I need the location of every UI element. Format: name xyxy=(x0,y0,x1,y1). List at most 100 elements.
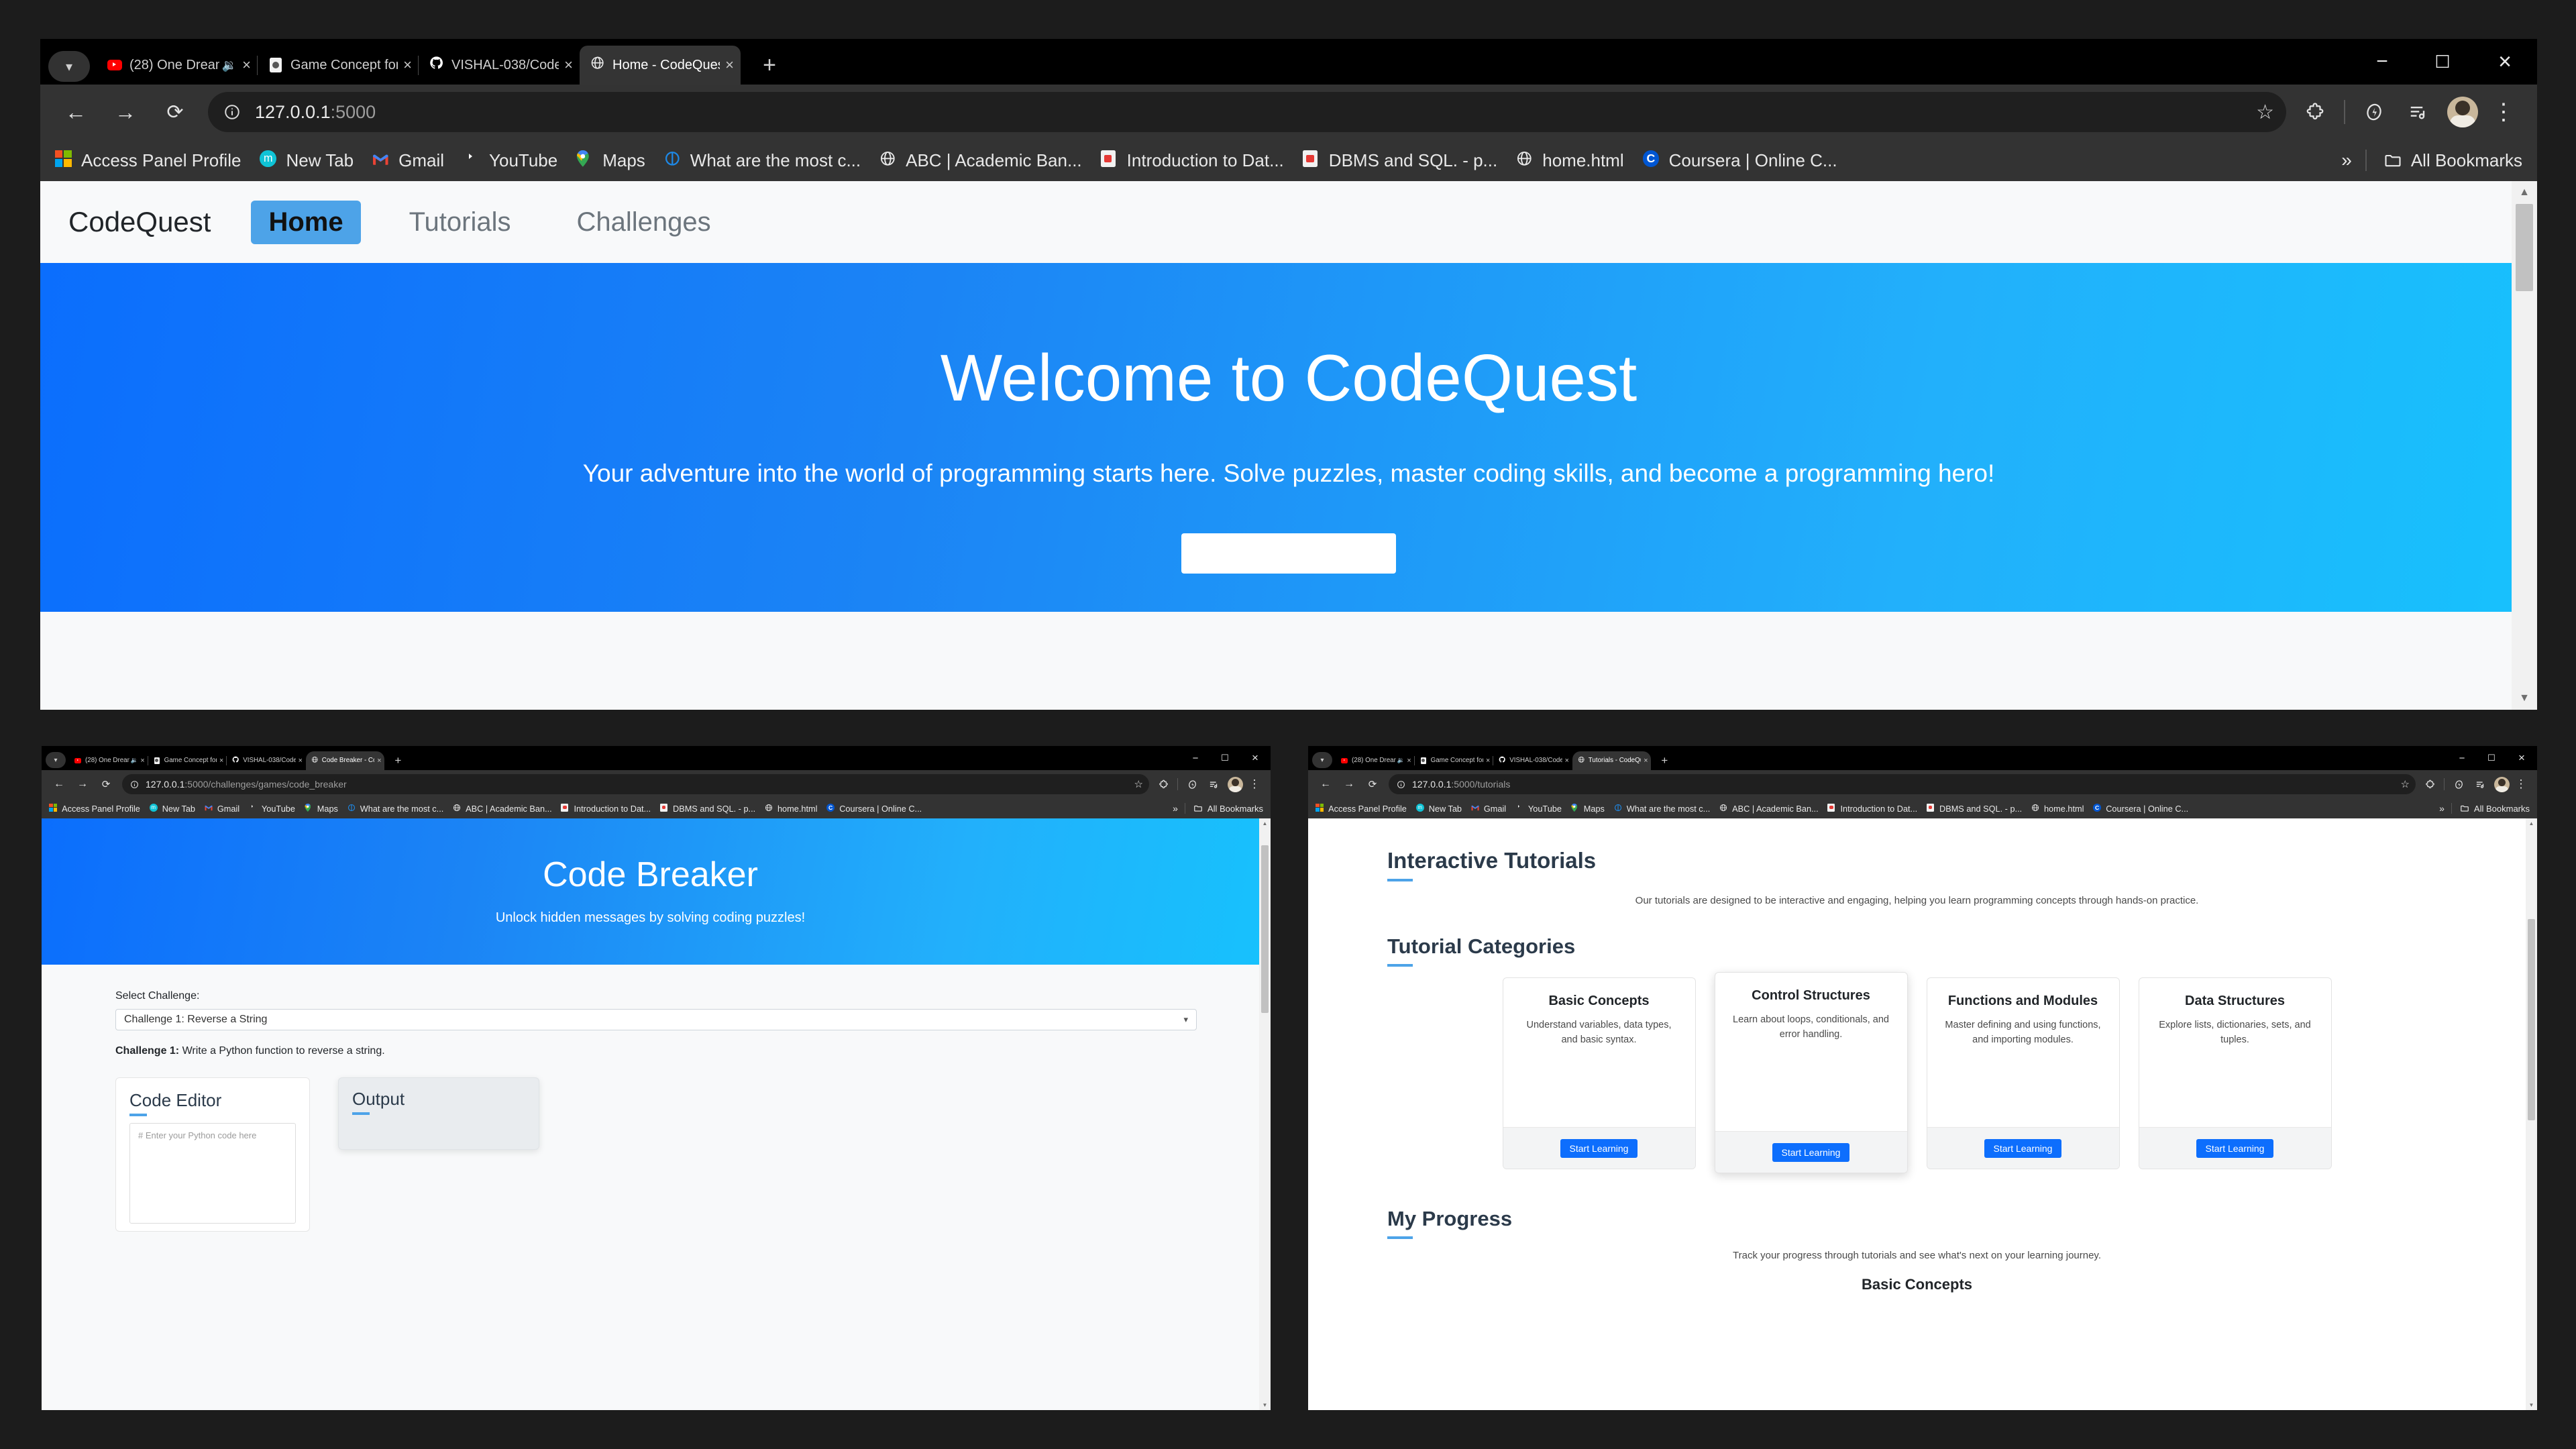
tab-close-button[interactable]: × xyxy=(403,56,412,74)
bookmark-item[interactable]: YouTube xyxy=(463,150,557,171)
start-learning-button[interactable]: Start Learning xyxy=(2196,1138,2274,1158)
extensions-icon[interactable] xyxy=(1152,773,1174,795)
bookmark-item[interactable]: C Coursera | Online C... xyxy=(1642,150,1837,171)
bookmark-item[interactable]: Access Panel Profile xyxy=(1316,804,1407,814)
chrome-menu-button[interactable]: ⋮ xyxy=(2485,90,2522,134)
bookmark-item[interactable]: DBMS and SQL. - p... xyxy=(1302,150,1497,171)
browser-tab[interactable]: Game Concept for Programmin× xyxy=(148,751,227,770)
maximize-button[interactable]: ☐ xyxy=(2412,39,2473,85)
tab-close-button[interactable]: × xyxy=(1565,757,1569,765)
scroll-up-arrow[interactable]: ▲ xyxy=(1259,818,1271,828)
bookmark-item[interactable]: ABC | Academic Ban... xyxy=(879,150,1082,171)
back-button[interactable]: ← xyxy=(1316,774,1336,794)
tab-audio-icon[interactable]: 🔉 xyxy=(131,757,138,764)
bookmark-item[interactable]: Introduction to Dat... xyxy=(561,804,651,814)
page-scrollbar-home[interactable]: ▲ ▼ xyxy=(2512,181,2537,710)
reading-list-icon[interactable] xyxy=(2469,773,2491,795)
scroll-down-arrow[interactable]: ▼ xyxy=(1259,1400,1271,1410)
minimize-button[interactable]: − xyxy=(2447,746,2477,770)
minimize-button[interactable]: − xyxy=(2352,39,2412,85)
bookmark-item[interactable]: Introduction to Dat... xyxy=(1100,150,1284,171)
bookmark-item[interactable]: YouTube xyxy=(249,804,295,814)
bookmark-item[interactable]: Maps xyxy=(1571,804,1605,814)
reload-button[interactable]: ⟳ xyxy=(96,774,116,794)
scrollbar-thumb[interactable] xyxy=(2515,204,2534,291)
tab-close-button[interactable]: × xyxy=(564,56,573,74)
all-bookmarks-button[interactable]: All Bookmarks xyxy=(2381,149,2522,172)
back-button[interactable]: ← xyxy=(55,91,97,133)
site-brand[interactable]: CodeQuest xyxy=(68,206,211,238)
address-bar-tutorials[interactable]: 127.0.0.1:5000/tutorials ☆ xyxy=(1389,774,2416,794)
nav-link-challenges[interactable]: Challenges xyxy=(559,201,729,244)
site-info-icon[interactable] xyxy=(125,775,143,793)
bookmark-item[interactable]: Access Panel Profile xyxy=(55,150,241,171)
bookmark-item[interactable]: C Coursera | Online C... xyxy=(2093,804,2188,814)
tab-close-button[interactable]: × xyxy=(1407,757,1411,765)
bookmark-item[interactable]: Maps xyxy=(576,150,645,171)
tab-close-button[interactable]: × xyxy=(1486,757,1490,765)
tab-search-button[interactable]: ▾ xyxy=(48,51,90,82)
bookmark-item[interactable]: home.html xyxy=(1516,150,1624,171)
start-learning-button[interactable]: Start Learning xyxy=(1984,1138,2062,1158)
chrome-menu-button[interactable]: ⋮ xyxy=(2512,773,2530,795)
bookmark-item[interactable]: What are the most c... xyxy=(1614,804,1710,814)
bookmark-item[interactable]: home.html xyxy=(765,804,817,814)
bookmark-item[interactable]: home.html xyxy=(2031,804,2084,814)
all-bookmarks-button[interactable]: All Bookmarks xyxy=(1193,803,1263,814)
profile-avatar[interactable] xyxy=(2491,773,2512,795)
browser-tab[interactable]: Tutorials - CodeQuest× xyxy=(1572,751,1652,770)
scrollbar-thumb[interactable] xyxy=(1260,845,1269,1013)
forward-button[interactable]: → xyxy=(72,774,93,794)
profile-avatar[interactable] xyxy=(1224,773,1246,795)
extensions-icon[interactable] xyxy=(2419,773,2440,795)
start-learning-button[interactable]: Start Learning xyxy=(1560,1138,1638,1158)
performance-icon[interactable] xyxy=(1181,773,1203,795)
new-tab-button[interactable]: + xyxy=(1655,751,1674,770)
reading-list-icon[interactable] xyxy=(2396,90,2440,134)
nav-link-home[interactable]: Home xyxy=(251,200,361,244)
tab-close-button[interactable]: × xyxy=(299,757,303,765)
browser-tab[interactable]: (28) One Dream | Babbal Ra🔉× xyxy=(1336,751,1415,770)
scroll-down-arrow[interactable]: ▼ xyxy=(2512,687,2537,710)
reload-button[interactable]: ⟳ xyxy=(1362,774,1383,794)
extensions-icon[interactable] xyxy=(2293,90,2337,134)
address-bar-home[interactable]: 127.0.0.1:5000 ☆ xyxy=(208,92,2286,132)
browser-tab[interactable]: Home - CodeQuest × xyxy=(580,46,741,85)
maximize-button[interactable]: ☐ xyxy=(1210,746,1240,770)
tab-close-button[interactable]: × xyxy=(725,56,734,74)
bookmarks-overflow-button[interactable]: » xyxy=(2341,150,2352,171)
tab-audio-icon[interactable]: 🔉 xyxy=(222,58,237,72)
maximize-button[interactable]: ☐ xyxy=(2477,746,2506,770)
nav-link-tutorials[interactable]: Tutorials xyxy=(392,201,529,244)
chrome-menu-button[interactable]: ⋮ xyxy=(1246,773,1263,795)
browser-tab[interactable]: Game Concept for Programmin× xyxy=(1415,751,1494,770)
site-info-icon[interactable] xyxy=(215,95,250,129)
bookmark-item[interactable]: C Coursera | Online C... xyxy=(826,804,922,814)
scroll-up-arrow[interactable]: ▲ xyxy=(2512,181,2537,204)
tab-close-button[interactable]: × xyxy=(219,757,223,765)
bookmarks-overflow-button[interactable]: » xyxy=(1173,803,1178,814)
profile-avatar[interactable] xyxy=(2440,90,2485,134)
tab-audio-icon[interactable]: 🔉 xyxy=(1397,757,1405,764)
bookmark-item[interactable]: ABC | Academic Ban... xyxy=(453,804,552,814)
tab-close-button[interactable]: × xyxy=(242,56,251,74)
bookmark-item[interactable]: m New Tab xyxy=(149,804,195,814)
browser-tab[interactable]: Game Concept for Programmin× xyxy=(258,46,419,85)
tab-search-button[interactable]: ▾ xyxy=(46,752,66,768)
bookmark-item[interactable]: Gmail xyxy=(372,150,444,171)
address-bar-code-breaker[interactable]: 127.0.0.1:5000/challenges/games/code_bre… xyxy=(122,774,1149,794)
code-editor-input[interactable]: # Enter your Python code here xyxy=(129,1123,296,1224)
bookmark-item[interactable]: Maps xyxy=(305,804,338,814)
bookmark-item[interactable]: DBMS and SQL. - p... xyxy=(659,804,755,814)
scroll-up-arrow[interactable]: ▲ xyxy=(2526,818,2537,828)
minimize-button[interactable]: − xyxy=(1181,746,1210,770)
all-bookmarks-button[interactable]: All Bookmarks xyxy=(2459,803,2530,814)
tab-close-button[interactable]: × xyxy=(140,757,144,765)
scrollbar-thumb[interactable] xyxy=(2527,919,2536,1120)
bookmark-item[interactable]: ABC | Academic Ban... xyxy=(1719,804,1819,814)
close-button[interactable]: × xyxy=(1240,746,1271,770)
hero-cta-button[interactable] xyxy=(1181,533,1396,574)
close-button[interactable]: × xyxy=(2506,746,2537,770)
start-learning-button[interactable]: Start Learning xyxy=(1772,1142,1850,1162)
bookmark-item[interactable]: YouTube xyxy=(1515,804,1562,814)
